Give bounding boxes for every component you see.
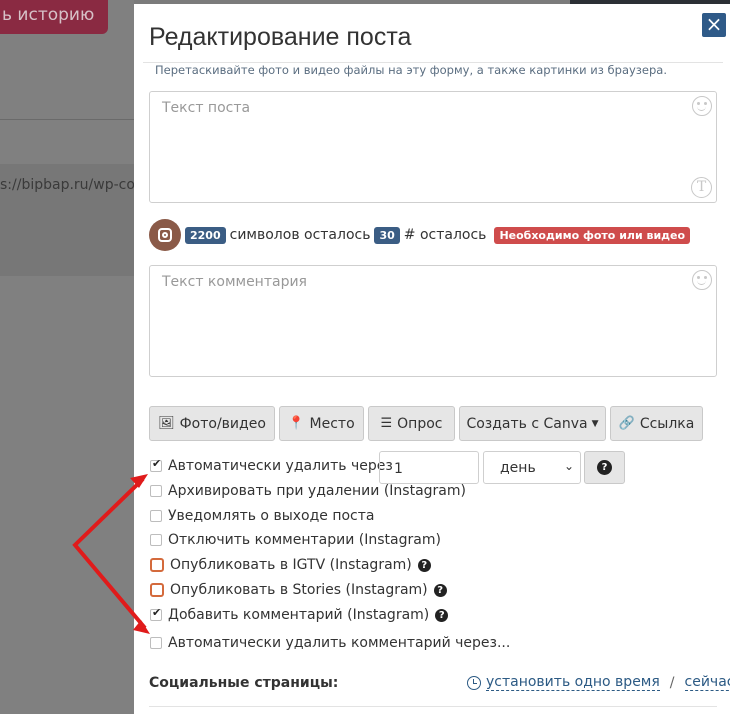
- annotation-arrows: [72, 474, 150, 634]
- arrow-head-lower: [133, 620, 150, 634]
- arrow-head-upper: [130, 474, 148, 488]
- arrow-shaft: [72, 477, 147, 630]
